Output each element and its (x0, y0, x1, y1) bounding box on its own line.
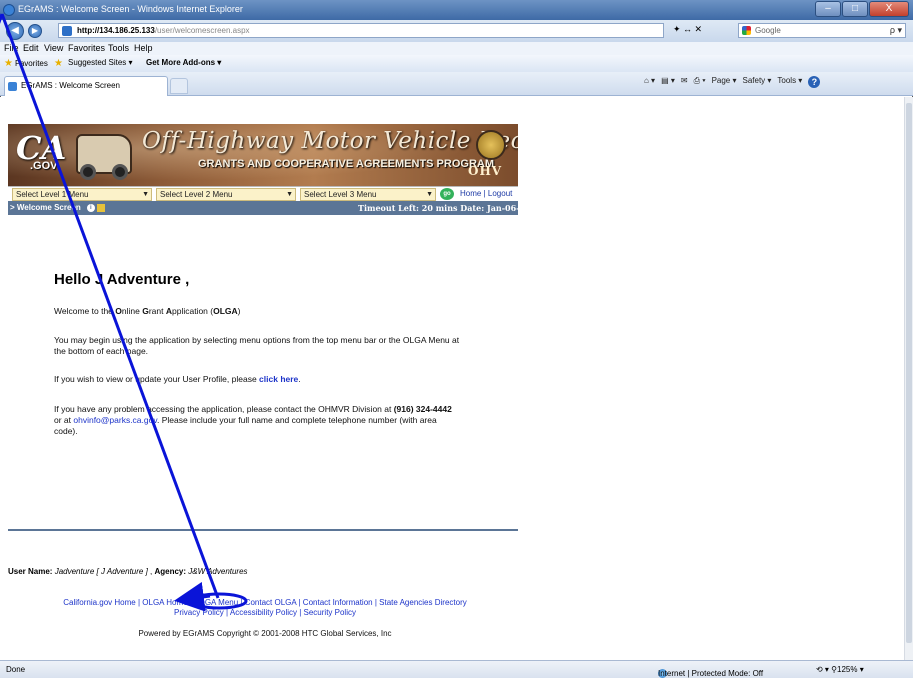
timeout-date: Timeout Left: 20 mins Date: Jan-06-11 (358, 203, 531, 213)
level1-select[interactable]: Select Level 1 Menu ▼ (12, 188, 152, 201)
menu-bar: File Edit View Favorites Tools Help (0, 42, 913, 55)
breadcrumb-bar: > Welcome Screen i Timeout Left: 20 mins … (8, 201, 531, 215)
menu-tools[interactable]: Tools (108, 43, 129, 53)
email-link[interactable]: ohvinfo@parks.ca.gov (73, 415, 157, 425)
window-title: EGrAMS : Welcome Screen - Windows Intern… (18, 4, 243, 14)
jeep-wheel (80, 164, 96, 180)
chevron-down-icon: ▼ (426, 191, 433, 198)
safety-menu[interactable]: Safety ▾ (742, 76, 771, 88)
zoom-control[interactable]: ⟲ ▾ ⚲125% ▾ (816, 665, 864, 674)
refresh-stop-icons[interactable]: ✦ ↔ ✕ (673, 24, 702, 35)
tab-icon (8, 82, 17, 91)
menu-favorites[interactable]: Favorites (68, 43, 105, 53)
scroll-thumb[interactable] (906, 103, 912, 643)
click-here-link[interactable]: click here (259, 374, 298, 384)
search-input[interactable]: Google ρ ▾ (738, 23, 906, 38)
page-viewport: CA .GOV Off-Highway Motor Vehicle Recrea… (0, 97, 904, 660)
url-host: http://134.186.25.133 (77, 26, 155, 35)
footer-links[interactable]: California.gov Home | OLGA Home | OLGA M… (60, 598, 470, 618)
mail-icon[interactable]: ✉ (681, 76, 688, 88)
profile-text: If you wish to view or update your User … (54, 374, 301, 384)
book-icon[interactable] (96, 203, 105, 212)
url-path: /user/welcomescreen.aspx (154, 26, 250, 35)
top-links: Home | Logout (460, 189, 513, 198)
menu-view[interactable]: View (44, 43, 63, 53)
window-controls: – □ X (814, 1, 909, 17)
welcome-text: Welcome to the Online Grant Application … (54, 306, 241, 316)
logout-link[interactable]: Logout (488, 189, 512, 198)
agency-name: J&W Adventures (188, 567, 248, 576)
menu-file[interactable]: File (4, 43, 19, 53)
chevron-down-icon: ▼ (142, 191, 149, 198)
menu-edit[interactable]: Edit (23, 43, 39, 53)
search-placeholder: Google (755, 26, 781, 35)
star-icon: ★ (4, 58, 13, 69)
page-icon (62, 26, 72, 36)
banner-subtitle: GRANTS AND COOPERATIVE AGREEMENTS PROGRA… (198, 158, 494, 170)
address-bar: ◀ ▶ http://134.186.25.133/user/welcomesc… (0, 20, 913, 42)
tab-welcome-screen[interactable]: EGrAMS : Welcome Screen (4, 76, 168, 96)
site-banner: CA .GOV Off-Highway Motor Vehicle Recrea… (8, 124, 518, 186)
status-text: Done (6, 665, 26, 674)
get-addons[interactable]: Get More Add-ons ▾ (146, 58, 221, 67)
search-icon[interactable]: ρ ▾ (890, 24, 902, 37)
suggested-sites[interactable]: Suggested Sites ▾ (68, 58, 133, 67)
ohv-logo: OHV (468, 164, 503, 178)
user-name: Jadventure [ J Adventure ] (54, 567, 148, 576)
url-input[interactable]: http://134.186.25.133/user/welcomescreen… (58, 23, 664, 38)
home-link[interactable]: Home (460, 189, 481, 198)
level-menu-row: Select Level 1 Menu ▼ Select Level 2 Menu… (8, 186, 518, 201)
back-button[interactable]: ◀ (6, 22, 24, 40)
tools-menu[interactable]: Tools ▾ (777, 76, 802, 88)
level3-select[interactable]: Select Level 3 Menu ▼ (300, 188, 436, 201)
menu-help[interactable]: Help (134, 43, 153, 53)
ca-gov-logo-suffix: .GOV (30, 160, 58, 172)
instructions-text: You may begin using the application by s… (54, 335, 460, 356)
info-icon[interactable]: i (86, 203, 95, 212)
google-icon (742, 26, 751, 35)
footer-links-line1[interactable]: California.gov Home | OLGA Home | OLGA M… (60, 598, 470, 608)
minimize-button[interactable]: – (815, 1, 841, 17)
ie-icon (3, 4, 15, 16)
close-button[interactable]: X (869, 1, 909, 17)
jeep-wheel (112, 164, 128, 180)
tab-bar: EGrAMS : Welcome Screen ⌂ ▾ ▤ ▾ ✉ ⎙ ▾ Pa… (0, 72, 913, 96)
command-bar: ⌂ ▾ ▤ ▾ ✉ ⎙ ▾ Page ▾ Safety ▾ Tools ▾ ? (644, 76, 821, 88)
footer-links-line2[interactable]: Privacy Policy | Accessibility Policy | … (60, 608, 470, 618)
add-favorite-icon[interactable]: ★ (54, 58, 65, 69)
banner-title: Off-Highway Motor Vehicle Recreation (142, 128, 518, 154)
feeds-icon[interactable]: ▤ ▾ (661, 76, 675, 88)
new-tab-button[interactable] (170, 78, 188, 94)
level2-select[interactable]: Select Level 2 Menu ▼ (156, 188, 296, 201)
footer-divider (8, 529, 518, 531)
user-info: User Name: Jadventure [ J Adventure ] , … (8, 567, 248, 576)
state-seal-icon (476, 130, 506, 160)
title-bar: EGrAMS : Welcome Screen - Windows Intern… (0, 0, 913, 20)
help-icon[interactable]: ? (808, 76, 821, 88)
forward-button[interactable]: ▶ (28, 24, 42, 38)
print-icon[interactable]: ⎙ ▾ (694, 76, 706, 88)
breadcrumb: > Welcome Screen i (10, 203, 105, 212)
contact-text: If you have any problem accessing the ap… (54, 404, 452, 436)
page-menu[interactable]: Page ▾ (712, 76, 737, 88)
favorites-button[interactable]: ★ Favorites (4, 58, 48, 69)
vertical-scrollbar[interactable] (904, 97, 913, 660)
go-button[interactable]: go (440, 188, 454, 200)
home-icon[interactable]: ⌂ ▾ (644, 76, 655, 88)
status-bar: Done Internet | Protected Mode: Off ⟲ ▾ … (0, 660, 913, 678)
greeting-heading: Hello J Adventure , (54, 271, 190, 288)
chevron-down-icon: ▼ (286, 191, 293, 198)
copyright-text: Powered by EGrAMS Copyright © 2001-2008 … (138, 629, 392, 638)
maximize-button[interactable]: □ (842, 1, 868, 17)
favorites-bar: ★ Favorites ★ Suggested Sites ▾ Get More … (0, 55, 913, 72)
